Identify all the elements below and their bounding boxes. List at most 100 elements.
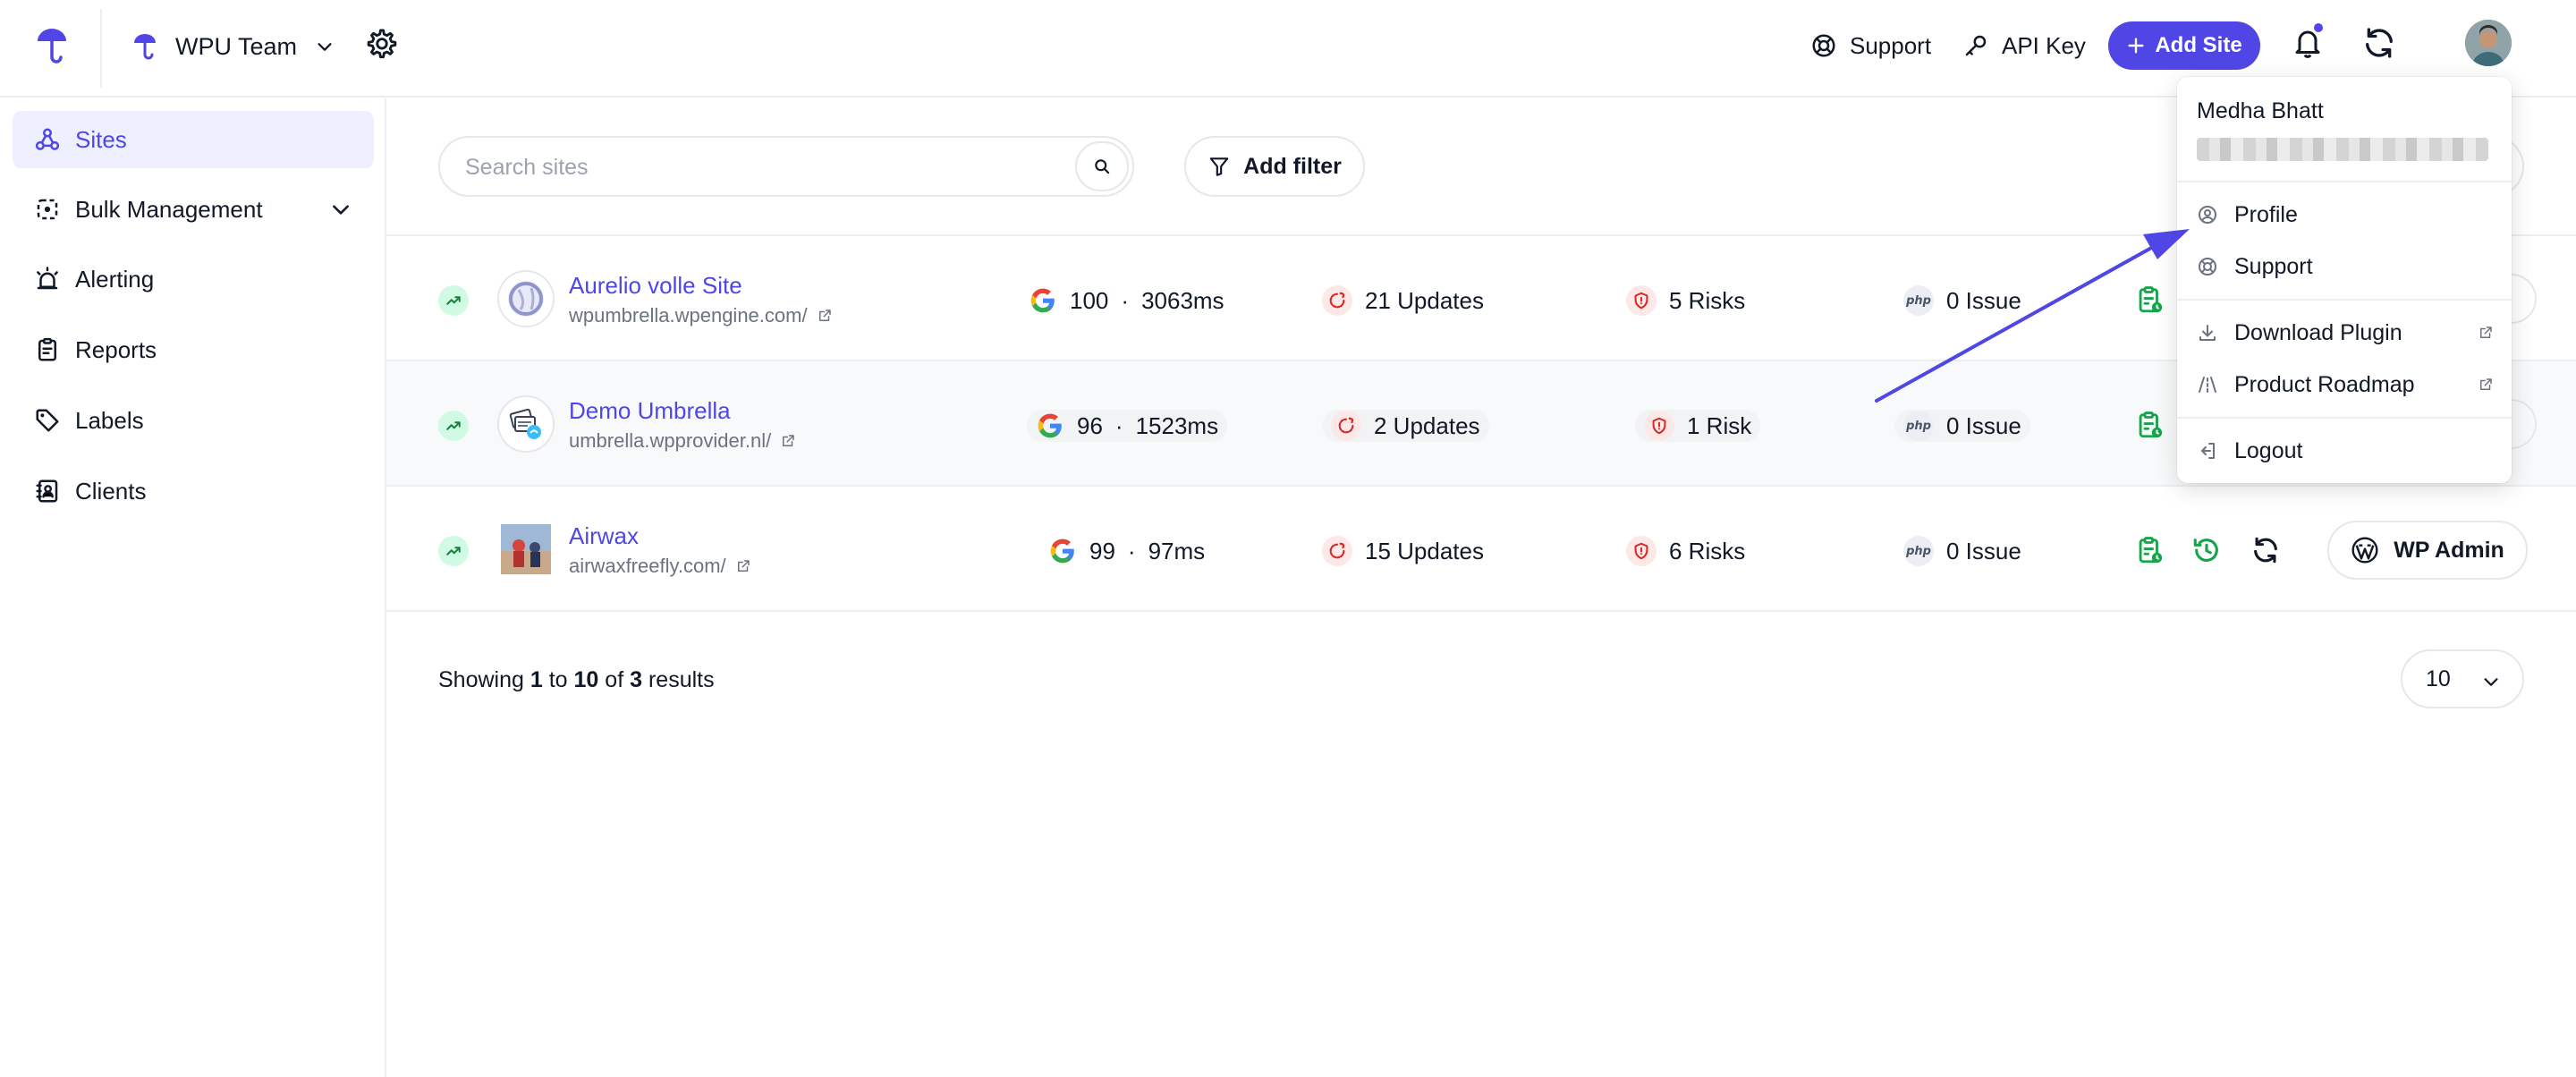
menu-item-product-roadmap[interactable]: Product Roadmap <box>2197 367 2494 403</box>
clients-icon <box>36 479 58 503</box>
gear-icon[interactable] <box>365 27 399 61</box>
add-filter-button[interactable]: Add filter <box>1184 136 1365 197</box>
performance-score: 99 <box>1089 537 1115 564</box>
refresh-icon[interactable] <box>2361 25 2397 61</box>
results-from: 1 <box>530 667 543 692</box>
menu-item-download-plugin[interactable]: Download Plugin <box>2197 315 2494 351</box>
umbrella-logo-icon[interactable] <box>34 27 70 66</box>
sidebar-item-label: Reports <box>75 335 157 363</box>
clipboard-check-icon[interactable] <box>2132 533 2166 567</box>
google-icon <box>1050 538 1074 564</box>
google-performance[interactable]: 99 · 97ms <box>1048 535 1205 567</box>
site-url-link[interactable]: umbrella.wpprovider.nl/ <box>569 429 796 453</box>
updates-icon <box>1331 411 1361 441</box>
site-url-link[interactable]: wpumbrella.wpengine.com/ <box>569 304 833 327</box>
sync-icon[interactable] <box>2249 533 2283 567</box>
support-link[interactable]: Support <box>1810 27 1931 64</box>
sidebar-item-labels[interactable]: Labels <box>13 392 374 449</box>
results-total: 3 <box>630 667 643 692</box>
roadmap-icon <box>2199 377 2216 393</box>
load-time: 1523ms <box>1135 411 1219 439</box>
sidebar-item-label: Labels <box>75 406 144 434</box>
sidebar-item-alerting[interactable]: Alerting <box>13 250 374 308</box>
google-performance[interactable]: 96 · 1523ms <box>1027 410 1228 442</box>
menu-divider <box>2177 417 2512 419</box>
external-link-icon <box>737 560 750 572</box>
php-issues[interactable]: php 0 Issue <box>1894 410 2030 442</box>
security-risks[interactable]: 1 Risk <box>1635 410 1761 442</box>
search-button[interactable] <box>1075 141 1129 191</box>
plus-icon <box>2128 38 2144 54</box>
php-issue-count: 0 Issue <box>1946 411 2021 439</box>
api-key-label: API Key <box>2002 31 2086 59</box>
external-link-icon <box>783 435 794 446</box>
search-input[interactable] <box>465 150 1038 184</box>
security-risks[interactable]: 5 Risks <box>1626 284 1745 317</box>
php-issue-count: 0 Issue <box>1946 537 2021 564</box>
support-label: Support <box>1850 31 1932 59</box>
load-time: 97ms <box>1148 537 1206 564</box>
site-favicon <box>497 395 555 453</box>
trend-up-icon <box>438 536 469 566</box>
php-issues[interactable]: php 0 Issue <box>1903 284 2021 317</box>
table-row[interactable]: Airwax airwaxfreefly.com/ 99 · 97ms 15 U… <box>386 487 2576 612</box>
wp-admin-button[interactable]: WP Admin <box>2327 521 2528 580</box>
sidebar-item-sites[interactable]: Sites <box>13 111 374 168</box>
menu-item-label: Download Plugin <box>2234 319 2402 345</box>
clipboard-check-icon[interactable] <box>2132 408 2166 442</box>
google-icon <box>1038 413 1062 438</box>
google-icon <box>1030 288 1055 313</box>
php-icon: php <box>1903 285 1934 316</box>
menu-divider <box>2177 299 2512 301</box>
site-url: airwaxfreefly.com/ <box>569 555 726 577</box>
site-name[interactable]: Aurelio volle Site <box>569 272 742 300</box>
menu-item-support[interactable]: Support <box>2197 249 2494 284</box>
menu-item-profile[interactable]: Profile <box>2197 197 2494 233</box>
site-name[interactable]: Airwax <box>569 522 639 550</box>
wordpress-icon <box>2351 537 2378 564</box>
team-umbrella-icon <box>134 34 156 60</box>
sidebar-item-label: Clients <box>75 477 147 505</box>
add-site-button[interactable]: Add Site <box>2108 21 2260 70</box>
team-name: WPU Team <box>175 32 298 60</box>
download-icon <box>2199 325 2216 341</box>
results-summary: Showing 1 to 10 of 3 results <box>438 667 715 693</box>
sidebar-item-bulk-management[interactable]: Bulk Management <box>13 181 374 238</box>
add-site-label: Add Site <box>2155 33 2242 57</box>
per-page-select[interactable]: 10 <box>2401 649 2524 708</box>
updates-status[interactable]: 21 Updates <box>1322 284 1484 317</box>
site-favicon <box>497 270 555 327</box>
metric-separator: · <box>1121 286 1130 314</box>
sidebar-item-reports[interactable]: Reports <box>13 321 374 378</box>
user-circle-icon <box>2199 206 2216 224</box>
site-url-link[interactable]: airwaxfreefly.com/ <box>569 555 751 578</box>
filter-icon <box>1209 157 1229 176</box>
shield-icon <box>1626 536 1657 566</box>
load-time: 3063ms <box>1141 286 1224 314</box>
google-performance[interactable]: 100 · 3063ms <box>1029 284 1224 317</box>
security-risks[interactable]: 6 Risks <box>1626 535 1745 567</box>
updates-status[interactable]: 15 Updates <box>1322 535 1484 567</box>
php-issue-count: 0 Issue <box>1946 286 2021 314</box>
sidebar-item-label: Sites <box>75 125 127 153</box>
sidebar-item-label: Bulk Management <box>75 195 263 223</box>
backup-history-icon[interactable] <box>2190 533 2224 567</box>
menu-item-label: Profile <box>2234 201 2298 227</box>
of-word: of <box>605 667 624 692</box>
site-url: umbrella.wpprovider.nl/ <box>569 429 772 452</box>
alert-siren-icon <box>37 267 58 290</box>
avatar[interactable] <box>2465 20 2512 66</box>
php-issues[interactable]: php 0 Issue <box>1903 535 2021 567</box>
metric-separator: · <box>1127 537 1136 564</box>
updates-status[interactable]: 2 Updates <box>1322 410 1489 442</box>
api-key-link[interactable]: API Key <box>1962 27 2086 64</box>
clipboard-check-icon[interactable] <box>2132 283 2166 317</box>
search-box <box>438 136 1134 197</box>
wp-admin-label: WP Admin <box>2394 537 2504 563</box>
chevron-down-icon <box>333 205 349 215</box>
team-switcher[interactable]: WPU Team <box>132 25 335 68</box>
sidebar-item-clients[interactable]: Clients <box>13 462 374 520</box>
notification-dot <box>2312 21 2325 34</box>
site-name[interactable]: Demo Umbrella <box>569 397 731 425</box>
menu-item-logout[interactable]: Logout <box>2197 433 2494 469</box>
